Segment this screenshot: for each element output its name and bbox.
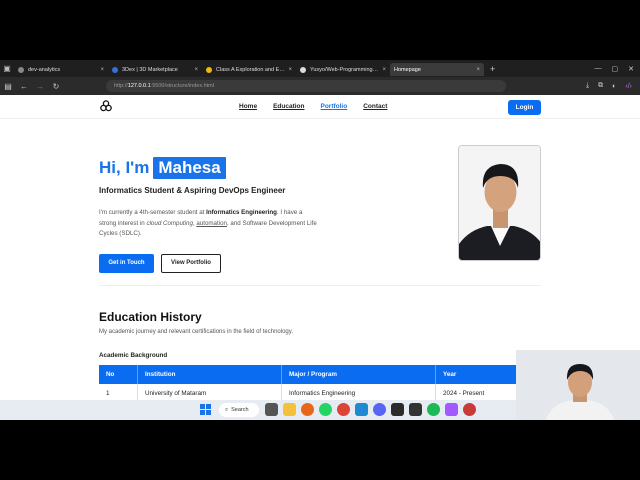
url-path: :5500/structure/index.html bbox=[150, 83, 214, 89]
whatsapp-icon[interactable] bbox=[319, 403, 332, 416]
tab-title: dev-analytics bbox=[28, 66, 61, 73]
search-label: Search bbox=[231, 407, 249, 413]
academic-background-label: Academic Background bbox=[99, 352, 168, 359]
education-subtitle: My academic journey and relevant certifi… bbox=[99, 329, 293, 335]
close-tab-icon[interactable]: × bbox=[194, 67, 198, 73]
nav-contact[interactable]: Contact bbox=[363, 103, 387, 110]
webcam-person-image bbox=[516, 350, 640, 420]
close-tab-icon[interactable]: × bbox=[100, 67, 104, 73]
url-host: 127.0.0.1 bbox=[127, 83, 151, 89]
table-row: 1 University of Mataram Informatics Engi… bbox=[99, 383, 541, 400]
forward-icon[interactable]: → bbox=[32, 82, 48, 91]
maximize-icon[interactable]: ▢ bbox=[612, 65, 619, 73]
browser-tab-strip: ▣ dev-analytics × 3Dex | 3D Marketplace × … bbox=[0, 60, 640, 77]
close-window-icon[interactable]: ✕ bbox=[628, 65, 634, 73]
url-prefix: http:// bbox=[114, 83, 128, 89]
devtools-icon[interactable]: ‹/› bbox=[625, 83, 632, 90]
spotify-icon[interactable] bbox=[427, 403, 440, 416]
profile-photo bbox=[458, 145, 541, 261]
tab-favicon-icon bbox=[206, 66, 212, 73]
minimize-icon[interactable]: — bbox=[595, 65, 602, 72]
hero-heading: Hi, I'm Mahesa bbox=[99, 157, 319, 179]
task-view-icon[interactable] bbox=[265, 403, 278, 416]
column-header: Institution bbox=[138, 365, 282, 384]
close-tab-icon[interactable]: × bbox=[382, 67, 386, 73]
browser-tab[interactable]: Class A Exploration and Exercise× bbox=[202, 63, 296, 76]
view-portfolio-button[interactable]: View Portfolio bbox=[161, 253, 221, 273]
close-tab-icon[interactable]: × bbox=[476, 67, 480, 73]
browser-menu-icon[interactable]: ▣ bbox=[0, 60, 14, 77]
search-icon: ⌕ bbox=[225, 406, 229, 413]
vscode-icon[interactable] bbox=[355, 403, 368, 416]
get-in-touch-button[interactable]: Get in Touch bbox=[99, 253, 154, 273]
tab-title: Class A Exploration and Exercise bbox=[216, 66, 286, 73]
tab-title: 3Dex | 3D Marketplace bbox=[122, 66, 178, 73]
github-icon bbox=[300, 66, 306, 73]
site-navbar: Home Education Portfolio Contact Login bbox=[0, 95, 640, 119]
windows-start-icon[interactable] bbox=[200, 404, 211, 415]
tab-favicon-icon bbox=[112, 66, 118, 73]
extensions-icon[interactable]: ⧉ bbox=[598, 82, 603, 90]
browser-toolbar-right: ⤓ ⧉ ◐ ‹/› bbox=[586, 77, 632, 95]
address-bar-row: ▤ ← → ↻ http:// 127.0.0.1 :5500/structur… bbox=[0, 77, 640, 95]
hero-subtitle: Informatics Student & Aspiring DevOps En… bbox=[99, 186, 286, 195]
tab-title: Homepage bbox=[394, 66, 421, 73]
section-divider bbox=[99, 285, 541, 286]
name-highlight: Mahesa bbox=[153, 157, 226, 179]
discord-icon[interactable] bbox=[373, 403, 386, 416]
browser-tab[interactable]: 3Dex | 3D Marketplace × bbox=[108, 63, 202, 76]
browser-tab-active[interactable]: Homepage × bbox=[390, 63, 484, 76]
greeting-text: Hi, I'm bbox=[99, 158, 150, 177]
table-header: No Institution Major / Program Year bbox=[99, 365, 541, 384]
nav-links: Home Education Portfolio Contact bbox=[239, 103, 403, 110]
close-tab-icon[interactable]: × bbox=[288, 67, 292, 73]
site-logo-icon[interactable] bbox=[100, 100, 112, 112]
window-controls: — ▢ ✕ bbox=[595, 60, 635, 77]
new-tab-button[interactable]: + bbox=[490, 64, 495, 74]
table-cell: Informatics Engineering bbox=[282, 383, 436, 400]
tab-favicon-icon bbox=[18, 66, 24, 73]
profile-icon[interactable]: ◐ bbox=[612, 83, 616, 90]
desc-bold: Informatics Engineering bbox=[206, 209, 277, 216]
desc-italic: cloud Computing bbox=[146, 219, 193, 227]
sidebar-icon[interactable]: ▤ bbox=[0, 82, 16, 91]
terminal-icon[interactable] bbox=[409, 403, 422, 416]
download-icon[interactable]: ⤓ bbox=[586, 82, 589, 90]
nav-home[interactable]: Home bbox=[239, 103, 257, 110]
nav-portfolio[interactable]: Portfolio bbox=[320, 103, 347, 110]
login-button[interactable]: Login bbox=[508, 100, 541, 115]
profile-photo-image bbox=[459, 146, 540, 260]
url-field[interactable]: http:// 127.0.0.1 :5500/structure/index.… bbox=[106, 80, 506, 92]
table-cell: 1 bbox=[99, 383, 138, 400]
table-cell: University of Mataram bbox=[138, 383, 282, 400]
hero-section: Hi, I'm Mahesa Informatics Student & Asp… bbox=[99, 157, 319, 273]
reload-icon[interactable]: ↻ bbox=[48, 82, 64, 91]
column-header: No bbox=[99, 365, 138, 384]
browser-tab[interactable]: Yusyo/Web-Programming: This × bbox=[296, 63, 390, 76]
hero-description: I'm currently a 4th-semester student at … bbox=[99, 208, 319, 240]
taskbar-apps bbox=[265, 403, 476, 416]
nav-education[interactable]: Education bbox=[273, 103, 304, 110]
desc-text: I'm currently a 4th-semester student at bbox=[99, 209, 207, 216]
webcam-overlay bbox=[516, 350, 640, 420]
column-header: Major / Program bbox=[282, 365, 436, 384]
file-explorer-icon[interactable] bbox=[283, 403, 296, 416]
figma-icon[interactable] bbox=[445, 403, 458, 416]
browser-tab[interactable]: dev-analytics × bbox=[14, 63, 108, 76]
education-table: No Institution Major / Program Year 1 Un… bbox=[99, 365, 541, 400]
hero-buttons: Get in Touch View Portfolio bbox=[99, 253, 319, 273]
tab-title: Yusyo/Web-Programming: This bbox=[310, 66, 380, 73]
back-icon[interactable]: ← bbox=[16, 82, 32, 91]
app-icon[interactable] bbox=[463, 403, 476, 416]
firefox-icon[interactable] bbox=[301, 403, 314, 416]
taskbar-search[interactable]: ⌕ Search bbox=[219, 403, 259, 417]
vim-icon[interactable] bbox=[391, 403, 404, 416]
chrome-icon[interactable] bbox=[337, 403, 350, 416]
desc-underline: automation bbox=[196, 219, 227, 227]
education-title: Education History bbox=[99, 310, 202, 324]
